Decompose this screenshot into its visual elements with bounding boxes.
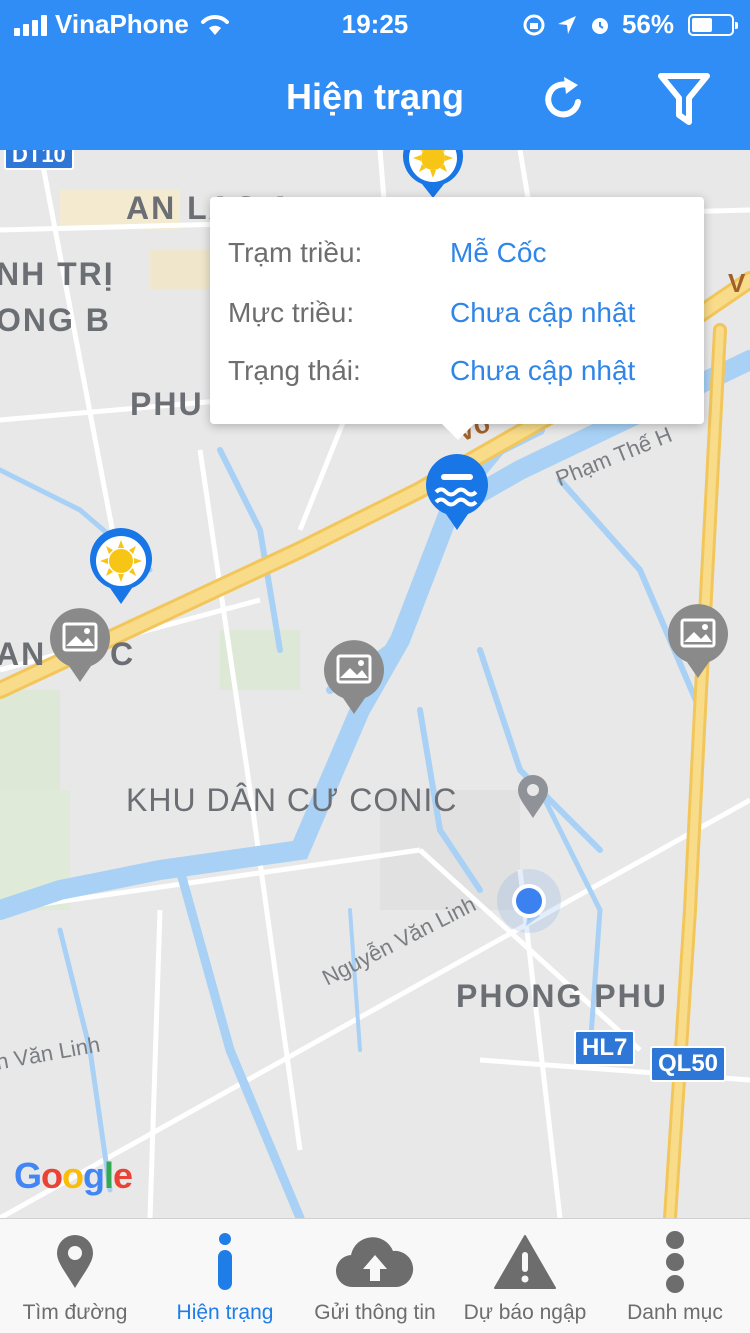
tide-station-marker-icon[interactable] (424, 454, 490, 532)
station-info-popup[interactable]: Trạm triều: Mễ Cốc Mực triều: Chưa cập n… (210, 197, 704, 440)
tide-level-label: Mực triều: (228, 297, 355, 328)
station-value: Mễ Cốc (450, 237, 547, 268)
poi-pin-icon[interactable] (514, 774, 552, 820)
road-shield-hl7: HL7 (574, 1030, 636, 1066)
tab-flood-forecast[interactable]: Dự báo ngập (450, 1219, 600, 1333)
tab-directions[interactable]: Tìm đường (0, 1219, 150, 1333)
location-pin-icon (57, 1235, 93, 1288)
map-label-an-lac-2: AN (0, 636, 47, 672)
road-label-v-top: V (728, 268, 746, 298)
info-icon (218, 1233, 232, 1290)
sun-marker-icon[interactable] (400, 150, 466, 200)
map-label-phu: PHU (130, 386, 204, 422)
warning-icon (494, 1235, 556, 1289)
map-label-binh-tri-2: ONG B (0, 302, 111, 338)
road-shield-ql50: QL50 (650, 1046, 727, 1082)
battery-percent: 56% (621, 9, 674, 39)
map-label-phong-phu: PHONG PHU (456, 978, 668, 1014)
status-bar: VinaPhone 19:25 56% (0, 0, 750, 50)
map-label-binh-tri-1: NH TRỊ (0, 256, 115, 292)
sun-marker-icon[interactable] (88, 528, 154, 606)
map-label-an-lac-3: C (110, 636, 136, 672)
rotation-lock-icon (523, 14, 545, 35)
status-value: Chưa cập nhật (450, 355, 636, 386)
tide-level-value: Chưa cập nhật (450, 297, 636, 328)
tab-label: Gửi thông tin (314, 1301, 436, 1324)
location-arrow-icon (557, 15, 576, 34)
tab-label: Hiện trạng (176, 1301, 274, 1324)
tab-label: Dự báo ngập (463, 1301, 587, 1324)
tab-current-status[interactable]: Hiện trạng (150, 1219, 300, 1333)
station-label: Trạm triều: (228, 237, 363, 268)
road-shield-dt10: DT10 (4, 150, 74, 170)
alarm-icon (591, 17, 608, 34)
app-header: VinaPhone 19:25 56% Hiện trạng (0, 0, 750, 150)
camera-marker-icon[interactable] (322, 638, 386, 716)
page-title: Hiện trạng (285, 76, 464, 117)
filter-icon[interactable] (656, 70, 712, 128)
more-vertical-icon (666, 1231, 684, 1293)
map-label-khu-dan-cu: KHU DÂN CƯ CONIC (126, 782, 458, 818)
status-label: Trạng thái: (228, 355, 361, 386)
tab-label: Tìm đường (22, 1301, 128, 1324)
camera-marker-icon[interactable] (48, 606, 112, 684)
battery-icon (688, 13, 738, 36)
camera-marker-icon[interactable] (666, 602, 730, 680)
cloud-upload-icon (335, 1237, 414, 1288)
refresh-icon[interactable] (540, 74, 588, 124)
current-location-icon (497, 869, 561, 933)
tab-bar: Tìm đường Hiện trạng Gửi thông tin Dự bá… (0, 1218, 750, 1333)
google-logo: Google (14, 1155, 133, 1196)
tab-label: Danh mục (627, 1301, 723, 1324)
tab-categories[interactable]: Danh mục (600, 1219, 750, 1333)
tab-send-info[interactable]: Gửi thông tin (300, 1219, 450, 1333)
status-right: 56% (522, 9, 738, 40)
